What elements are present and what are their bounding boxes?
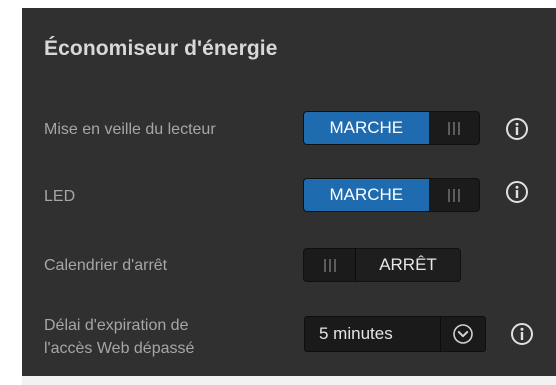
toggle-drive-sleep[interactable]: MARCHE <box>303 111 480 145</box>
toggle-shutdown-schedule[interactable]: ARRÊT <box>303 248 461 282</box>
web-access-timeout-select[interactable]: 5 minutes <box>304 316 486 352</box>
label-web-access-timeout-line1: Délai d'expiration de <box>44 317 189 334</box>
chevron-down-icon <box>453 324 473 344</box>
dropdown-button[interactable] <box>441 317 485 351</box>
info-icon[interactable] <box>510 322 534 346</box>
toggle-drive-sleep-state: MARCHE <box>304 112 429 144</box>
toggle-led[interactable]: MARCHE <box>303 178 480 212</box>
label-web-access-timeout-line2: l'accès Web dépassé <box>44 340 195 357</box>
section-title: Économiseur d'énergie <box>44 37 278 60</box>
grip-icon <box>304 249 356 281</box>
label-led: LED <box>44 188 76 205</box>
panel-bottom-strip <box>22 376 556 385</box>
toggle-shutdown-schedule-state: ARRÊT <box>356 249 460 281</box>
info-icon[interactable] <box>505 180 529 204</box>
grip-icon <box>428 179 479 211</box>
grip-icon <box>428 112 479 144</box>
toggle-led-state: MARCHE <box>304 179 429 211</box>
label-shutdown-schedule: Calendrier d'arrêt <box>44 257 168 274</box>
info-icon[interactable] <box>505 117 529 141</box>
label-drive-sleep: Mise en veille du lecteur <box>44 121 216 138</box>
select-value: 5 minutes <box>319 324 393 343</box>
